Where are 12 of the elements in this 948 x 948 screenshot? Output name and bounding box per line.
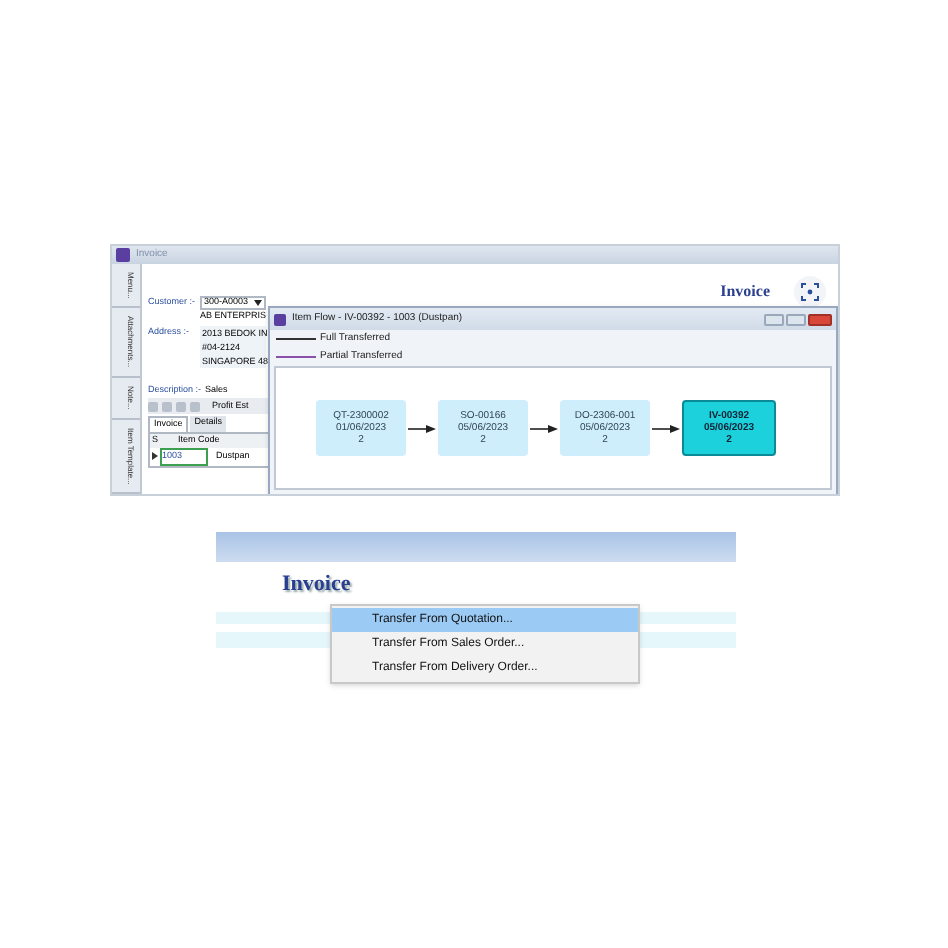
arrow-icon — [652, 423, 680, 433]
arrow-icon — [530, 423, 558, 433]
arrow-icon — [408, 423, 436, 433]
invoice-heading: Invoice — [282, 570, 353, 600]
row-pointer-icon — [152, 452, 158, 461]
app-icon — [116, 247, 130, 262]
close-button[interactable] — [808, 313, 832, 325]
dropdown-icon — [254, 299, 262, 306]
minimize-button[interactable] — [764, 313, 784, 325]
invoice-heading: Invoice — [720, 281, 770, 302]
app-icon — [274, 313, 286, 325]
screenshot-icon[interactable] — [794, 275, 826, 308]
